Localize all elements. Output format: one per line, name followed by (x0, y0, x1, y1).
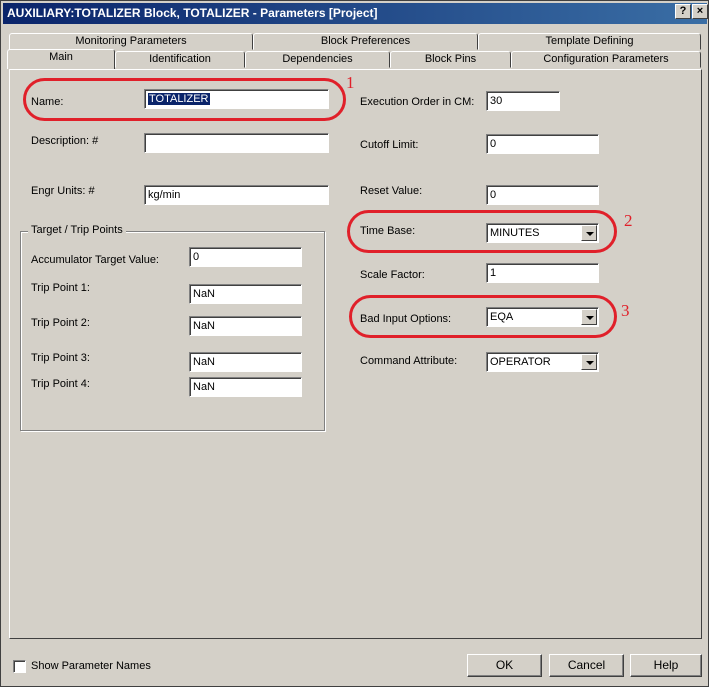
execution-order-field[interactable]: 30 (486, 91, 560, 111)
tab-template-defining[interactable]: Template Defining (478, 33, 701, 50)
annotation-ellipse-3 (349, 295, 617, 338)
help-button[interactable]: Help (630, 654, 702, 677)
annotation-ellipse-2 (347, 210, 617, 253)
command-attribute-label: Command Attribute: (360, 355, 458, 367)
cancel-button[interactable]: Cancel (549, 654, 624, 677)
annotation-number-3: 3 (621, 301, 630, 320)
accumulator-label: Accumulator Target Value: (31, 254, 159, 266)
tab-monitoring-parameters[interactable]: Monitoring Parameters (9, 33, 253, 50)
tab-block-pins[interactable]: Block Pins (390, 51, 511, 68)
parameters-dialog: AUXILIARY:TOTALIZER Block, TOTALIZER - P… (0, 0, 709, 687)
description-field[interactable] (144, 133, 329, 153)
tab-main[interactable]: Main (7, 49, 115, 69)
group-title: Target / Trip Points (28, 224, 126, 236)
reset-value-field[interactable]: 0 (486, 185, 599, 205)
trip-point-4-field[interactable]: NaN (189, 377, 302, 397)
cutoff-limit-label: Cutoff Limit: (360, 139, 419, 151)
help-icon[interactable]: ? (675, 4, 691, 19)
annotation-number-1: 1 (346, 73, 355, 92)
trip-point-1-field[interactable]: NaN (189, 284, 302, 304)
engr-units-field[interactable]: kg/min (144, 185, 329, 205)
tab-dependencies[interactable]: Dependencies (245, 51, 390, 68)
trip-point-2-field[interactable]: NaN (189, 316, 302, 336)
show-parameter-names-checkbox[interactable] (13, 660, 26, 673)
trip-point-3-label: Trip Point 3: (31, 352, 90, 364)
command-attribute-select[interactable]: OPERATOR (486, 352, 599, 372)
execution-order-label: Execution Order in CM: (360, 96, 475, 108)
engr-units-label: Engr Units: # (31, 185, 95, 197)
trip-point-2-label: Trip Point 2: (31, 317, 90, 329)
cutoff-limit-field[interactable]: 0 (486, 134, 599, 154)
show-parameter-names-label: Show Parameter Names (31, 660, 151, 672)
trip-point-4-label: Trip Point 4: (31, 378, 90, 390)
annotation-ellipse-1 (23, 78, 346, 121)
chevron-down-icon[interactable] (581, 354, 597, 370)
close-icon[interactable]: × (692, 4, 708, 19)
accumulator-field[interactable]: 0 (189, 247, 302, 267)
reset-value-label: Reset Value: (360, 185, 423, 197)
ok-button[interactable]: OK (467, 654, 542, 677)
trip-point-3-field[interactable]: NaN (189, 352, 302, 372)
scale-factor-label: Scale Factor: (360, 269, 425, 281)
description-label: Description: # (31, 135, 99, 147)
command-attribute-value: OPERATOR (490, 356, 551, 368)
window-title: AUXILIARY:TOTALIZER Block, TOTALIZER - P… (3, 3, 707, 24)
scale-factor-field[interactable]: 1 (486, 263, 599, 283)
tab-identification[interactable]: Identification (115, 51, 245, 68)
annotation-number-2: 2 (624, 211, 633, 230)
trip-point-1-label: Trip Point 1: (31, 282, 90, 294)
tab-block-preferences[interactable]: Block Preferences (253, 33, 478, 50)
tab-configuration-parameters[interactable]: Configuration Parameters (511, 51, 701, 68)
